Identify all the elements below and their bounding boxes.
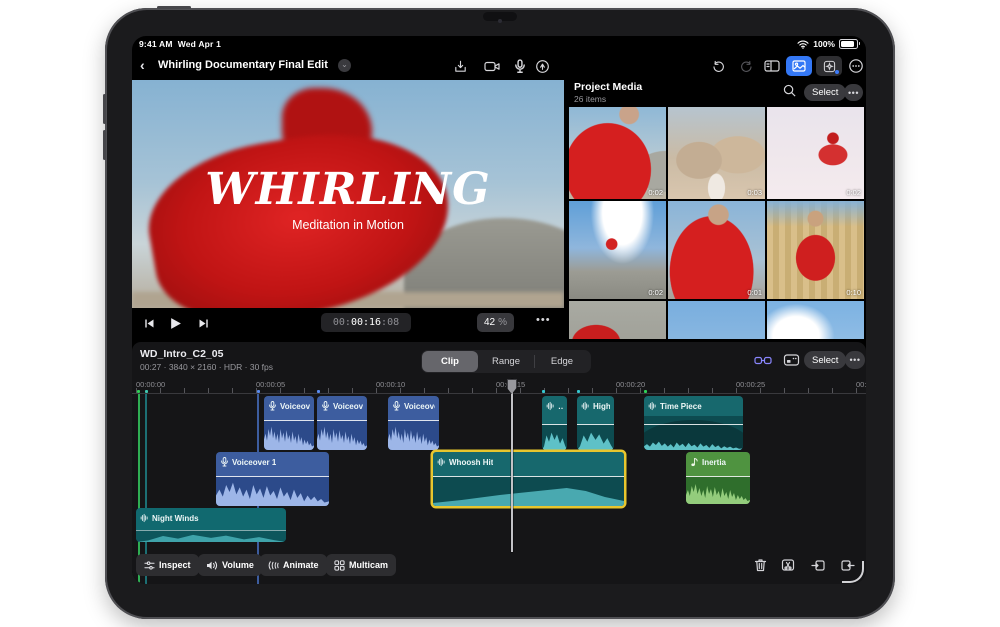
viewer-overlay-subtitle: Meditation in Motion (292, 218, 404, 232)
timeline-clip[interactable]: … (542, 396, 567, 450)
media-grid: 0:02 0:03 0:02 0:02 0:01 0:10 (569, 107, 865, 339)
title-chevron-down-icon[interactable]: ⌄ (338, 59, 351, 72)
media-thumbnail[interactable]: 0:03 (668, 107, 765, 199)
timeline-select-button[interactable]: Select (804, 351, 847, 369)
media-thumbnail[interactable] (767, 301, 864, 339)
tab-clip[interactable]: Clip (422, 351, 478, 372)
effects-button[interactable] (816, 56, 842, 76)
media-thumbnail[interactable]: 0:02 (569, 107, 666, 199)
trash-icon[interactable] (750, 555, 770, 575)
media-thumbnail[interactable] (668, 301, 765, 339)
media-select-button[interactable]: Select (804, 84, 847, 101)
volume-down-button (103, 130, 106, 160)
media-item-count: 26 items (574, 94, 607, 104)
date: Wed Apr 1 (177, 39, 222, 49)
screen: 9:41 AM Wed Apr 1 100% ‹ Whirling Documen… (132, 36, 866, 584)
clip-marker (542, 390, 545, 393)
volume-button[interactable]: Volume (198, 554, 262, 576)
camera-notch (483, 12, 517, 23)
more-icon[interactable] (846, 56, 866, 76)
browser-panes-icon[interactable] (762, 56, 782, 76)
camera-icon[interactable] (482, 56, 502, 76)
ipad-frame: 9:41 AM Wed Apr 1 100% ‹ Whirling Documen… (103, 6, 895, 619)
play-button[interactable] (166, 314, 184, 332)
volume-up-button (103, 94, 106, 124)
top-toolbar: ‹ Whirling Documentary Final Edit ⌄ (132, 52, 866, 80)
media-more-button[interactable]: ••• (844, 84, 863, 101)
timeline-clip-info: 00:27 · 3840 × 2160 · HDR · 30 fps (140, 362, 274, 372)
inspect-button[interactable]: Inspect (136, 554, 199, 576)
blade-icon[interactable] (778, 555, 798, 575)
media-thumbnail[interactable]: 0:02 (569, 201, 666, 299)
viewer[interactable]: WHIRLING Meditation in Motion (132, 80, 564, 308)
undo-icon[interactable] (708, 56, 728, 76)
effects-badge (835, 70, 839, 74)
battery-percent: 100% (813, 39, 835, 49)
status-bar: 9:41 AM Wed Apr 1 100% (132, 36, 866, 52)
playback-bar: 00: 00: 16:08 42% ••• (132, 308, 564, 338)
tab-range[interactable]: Range (478, 351, 534, 372)
multicam-button[interactable]: Multicam (326, 554, 397, 576)
skip-forward-icon[interactable] (194, 314, 212, 332)
timeline-ruler[interactable]: 00:00:00 00:00:05 00:00:10 00:00:15 00:0… (132, 379, 866, 394)
animate-button[interactable]: Animate (260, 554, 327, 576)
page: 9:41 AM Wed Apr 1 100% ‹ Whirling Documen… (0, 0, 1000, 627)
front-camera (498, 19, 502, 23)
tab-edge[interactable]: Edge (534, 351, 590, 372)
media-thumbnail[interactable]: 0:01 (668, 201, 765, 299)
viewer-overlay-title: WHIRLING (205, 164, 491, 215)
timeline-clip[interactable]: Inertia (686, 452, 750, 504)
clip-marker (317, 390, 320, 393)
live-drawing-icon[interactable] (532, 56, 552, 76)
power-button (157, 6, 191, 9)
viewer-zoom-control[interactable]: 42% (477, 313, 515, 332)
timeline-clip[interactable]: Time Piece (644, 396, 743, 450)
overlay-icon[interactable] (780, 350, 802, 370)
timecode-display[interactable]: 00: 00: 16:08 (321, 313, 411, 332)
skip-back-icon[interactable] (140, 314, 158, 332)
clip-marker (644, 390, 647, 393)
playhead[interactable] (506, 379, 517, 552)
timeline-clip-name: WD_Intro_C2_05 (140, 348, 224, 360)
clip-marker (145, 390, 148, 393)
timeline-clip[interactable]: Voiceover 1 (216, 452, 329, 506)
project-title[interactable]: Whirling Documentary Final Edit (158, 59, 328, 71)
clip-marker (137, 390, 140, 393)
media-thumbnail[interactable]: 0:10 (767, 201, 864, 299)
timeline-panel: WD_Intro_C2_05 00:27 · 3840 × 2160 · HDR… (132, 342, 866, 584)
edit-mode-segmented-control: Clip Range Edge (421, 350, 591, 373)
timeline-clip[interactable]: Voiceover 2 (264, 396, 314, 450)
clock: 9:41 AM (139, 39, 173, 49)
redo-icon[interactable] (736, 56, 756, 76)
connections-icon[interactable] (752, 350, 774, 370)
import-icon[interactable] (450, 56, 470, 76)
clip-marker (257, 390, 260, 393)
photos-browser-button[interactable] (786, 56, 812, 76)
timeline-clip[interactable]: High… (577, 396, 614, 450)
timeline-clip[interactable]: Night Winds (136, 508, 286, 542)
microphone-icon[interactable] (510, 56, 530, 76)
project-media-panel: Project Media 26 items Select ••• 0:02 0… (568, 77, 866, 339)
media-thumbnail[interactable]: 0:02 (767, 107, 864, 199)
media-panel-title: Project Media (574, 81, 643, 93)
timeline-more-button[interactable]: ••• (845, 351, 865, 369)
back-button[interactable]: ‹ (140, 57, 154, 73)
media-thumbnail[interactable] (569, 301, 666, 339)
timeline-clip[interactable]: Voiceover 2 (317, 396, 367, 450)
viewer-more-icon[interactable]: ••• (536, 314, 551, 326)
search-icon[interactable] (782, 83, 800, 101)
timeline-clip[interactable]: Voiceover 3 (388, 396, 439, 450)
insert-clip-icon[interactable] (808, 555, 828, 575)
timeline-bottom-toolbar: Inspect Volume Animate Multicam (132, 548, 866, 584)
clip-marker (577, 390, 580, 393)
battery-icon (839, 39, 860, 49)
timeline-clip-selected[interactable]: Whoosh Hit (433, 452, 624, 506)
wifi-icon (797, 40, 809, 49)
